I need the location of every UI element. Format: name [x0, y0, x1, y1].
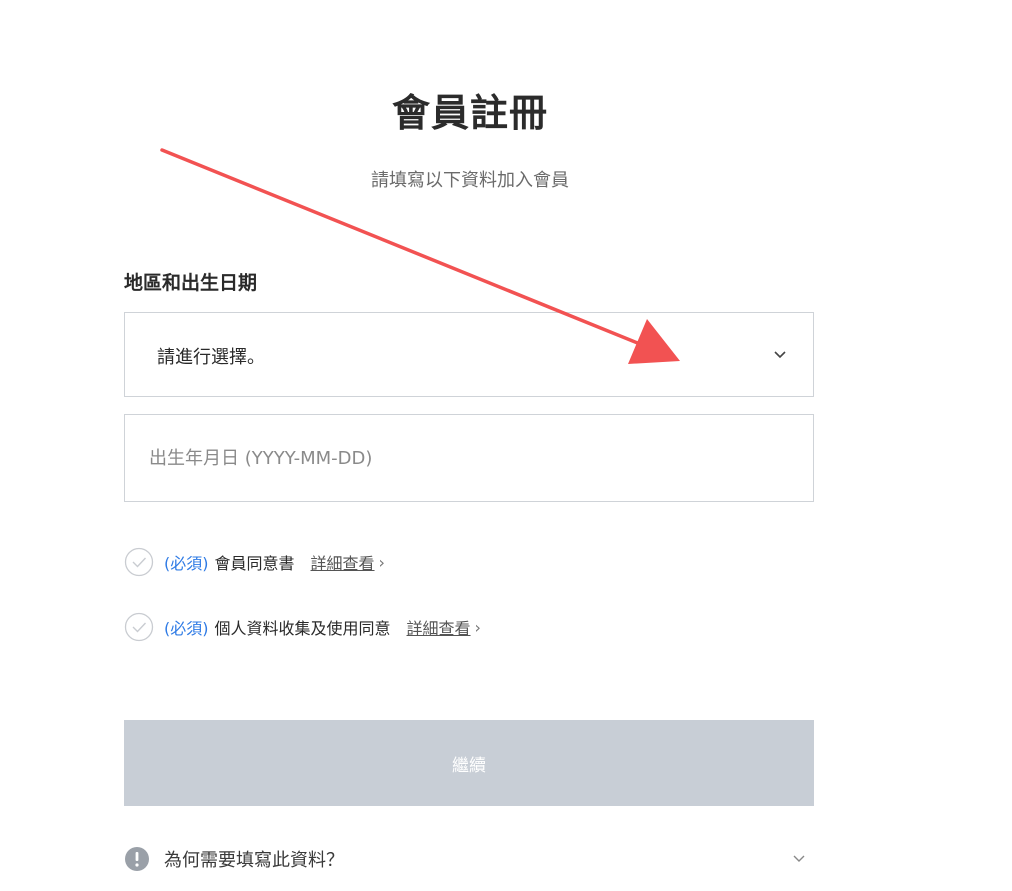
- agreement-row-member: (必須) 會員同意書 詳細查看 ›: [124, 547, 385, 577]
- check-circle-icon[interactable]: [124, 547, 154, 577]
- page-title: 會員註冊: [391, 91, 548, 135]
- continue-button[interactable]: 繼續: [124, 720, 814, 806]
- chevron-down-icon: [774, 351, 786, 359]
- agreement-text: 會員同意書: [214, 554, 295, 573]
- required-label: (必須): [164, 554, 209, 573]
- region-select[interactable]: 請進行選擇。: [124, 312, 814, 397]
- birthdate-input[interactable]: [124, 414, 814, 502]
- why-info-label: 為何需要填寫此資料？: [164, 850, 344, 871]
- info-icon: [125, 847, 149, 871]
- required-label: (必須): [164, 619, 209, 638]
- why-info-toggle[interactable]: 為何需要填寫此資料？: [124, 844, 814, 874]
- chevron-down-icon: [793, 855, 805, 862]
- page-subtitle: 請填寫以下資料加入會員: [371, 170, 569, 191]
- detail-link[interactable]: 詳細查看: [407, 615, 471, 639]
- registration-page: 會員註冊 請填寫以下資料加入會員 地區和出生日期 請進行選擇。 (必須) 會員同…: [0, 0, 1012, 891]
- agreement-text: 個人資料收集及使用同意: [214, 619, 391, 638]
- section-label-region-birthdate: 地區和出生日期: [124, 272, 258, 294]
- region-select-value: 請進行選擇。: [157, 347, 265, 368]
- detail-link[interactable]: 詳細查看: [311, 550, 375, 574]
- agreement-row-privacy: (必須) 個人資料收集及使用同意 詳細查看 ›: [124, 612, 481, 642]
- chevron-right-icon: ›: [378, 552, 385, 572]
- chevron-right-icon: ›: [474, 617, 481, 637]
- check-circle-icon[interactable]: [124, 612, 154, 642]
